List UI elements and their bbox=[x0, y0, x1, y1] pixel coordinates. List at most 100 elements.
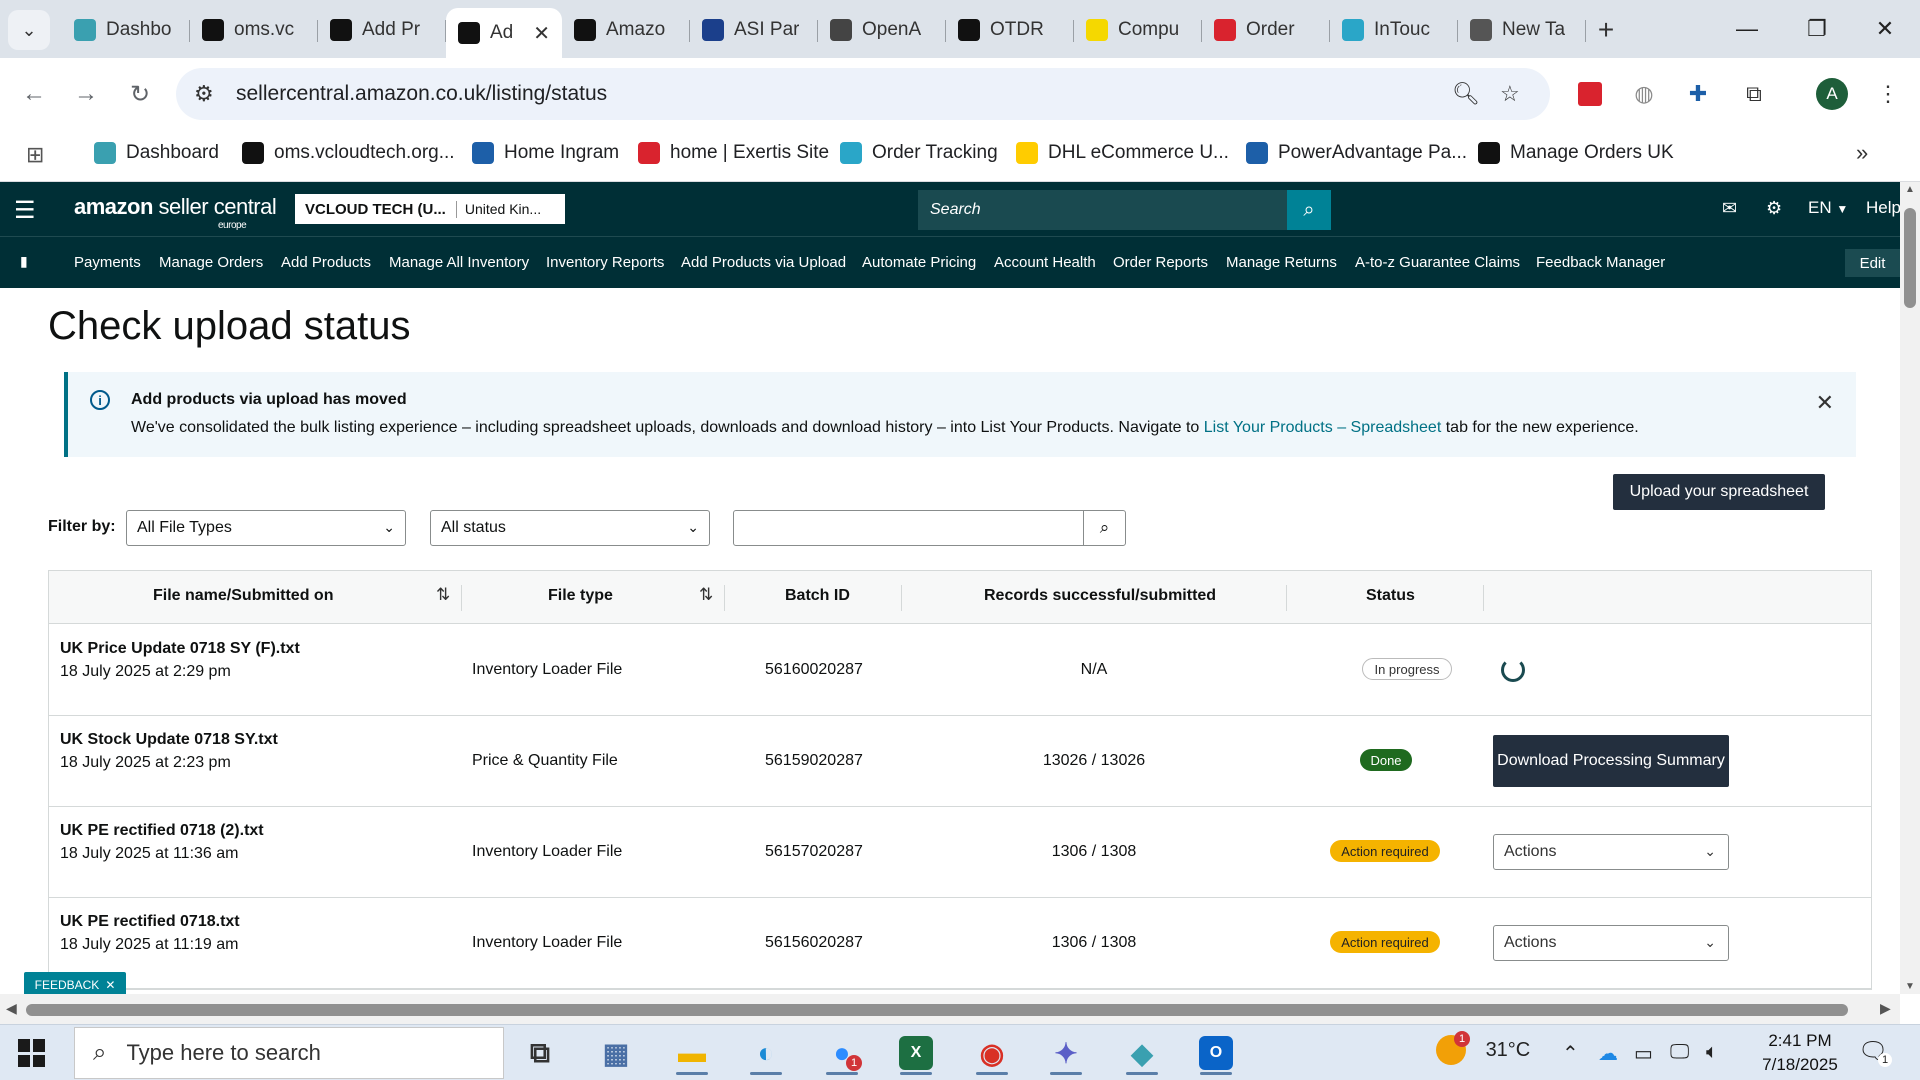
scroll-left-icon[interactable]: ◀ bbox=[6, 1000, 17, 1017]
address-bar[interactable]: ⚙ sellercentral.amazon.co.uk/listing/sta… bbox=[176, 68, 1550, 120]
nav-item[interactable]: Add Products bbox=[281, 254, 371, 271]
weather-widget[interactable]: 1 31°C bbox=[1436, 1031, 1530, 1065]
browser-tab[interactable]: OpenA bbox=[818, 8, 946, 52]
edit-nav-button[interactable]: Edit bbox=[1845, 249, 1900, 277]
file-type-filter[interactable]: All File Types ⌄ bbox=[126, 510, 406, 546]
seller-search-button[interactable]: ⌕ bbox=[1287, 190, 1331, 230]
file-explorer-taskbar-button[interactable]: ▬ bbox=[668, 1031, 716, 1075]
excel-taskbar-button[interactable]: X bbox=[892, 1031, 940, 1075]
horizontal-scrollbar[interactable]: ◀ ▶ bbox=[0, 994, 1900, 1024]
sort-icon[interactable]: ⇅ bbox=[436, 585, 450, 605]
nav-item[interactable]: Inventory Reports bbox=[546, 254, 664, 271]
profile-avatar[interactable]: A bbox=[1814, 76, 1850, 112]
horizontal-scroll-thumb[interactable] bbox=[26, 1004, 1848, 1016]
edge-taskbar-button[interactable]: ◐ bbox=[742, 1031, 790, 1075]
clock[interactable]: 2:41 PM 7/18/2025 bbox=[1740, 1029, 1860, 1077]
messages-button[interactable]: ✉ bbox=[1722, 198, 1737, 219]
bookmark-star-icon[interactable]: ☆ bbox=[1500, 81, 1520, 107]
outlook-taskbar-button[interactable]: O bbox=[1192, 1031, 1240, 1075]
browser-menu-button[interactable]: ⋮ bbox=[1870, 76, 1906, 112]
bookmark-item[interactable]: oms.vcloudtech.org... bbox=[242, 142, 455, 164]
bookmark-item[interactable]: home | Exertis Site bbox=[638, 142, 829, 164]
nav-item[interactable]: Payments bbox=[74, 254, 141, 271]
scroll-right-icon[interactable]: ▶ bbox=[1880, 1000, 1891, 1017]
zoom-icon[interactable]: 🔍︎ bbox=[1452, 81, 1480, 107]
show-hidden-icons-button[interactable]: ⌃ bbox=[1562, 1041, 1579, 1066]
vpn-extension-icon[interactable]: ✚ bbox=[1680, 76, 1716, 112]
nav-item[interactable]: Feedback Manager bbox=[1536, 254, 1665, 271]
browser-tab[interactable]: oms.vc bbox=[190, 8, 318, 52]
browser-tab[interactable]: New Ta bbox=[1458, 8, 1586, 52]
pdf-extension-icon[interactable] bbox=[1572, 76, 1608, 112]
nav-item[interactable]: Automate Pricing bbox=[862, 254, 976, 271]
onedrive-icon[interactable]: ☁ bbox=[1598, 1041, 1618, 1066]
seller-central-logo[interactable]: amazon seller central europe bbox=[74, 194, 277, 231]
menu-button[interactable]: ☰ bbox=[14, 196, 36, 225]
alert-close-button[interactable]: ✕ bbox=[1816, 390, 1834, 416]
bookmark-item[interactable]: Dashboard bbox=[94, 142, 219, 164]
minimize-button[interactable]: — bbox=[1712, 0, 1782, 58]
bookmark-item[interactable]: PowerAdvantage Pa... bbox=[1246, 142, 1467, 164]
app-taskbar-button[interactable]: ◆ bbox=[1118, 1031, 1166, 1075]
browser-tab[interactable]: ASI Par bbox=[690, 8, 818, 52]
account-switcher[interactable]: VCLOUD TECH (U... United Kin... bbox=[295, 194, 565, 224]
nav-item[interactable]: Add Products via Upload bbox=[681, 254, 846, 271]
nav-item[interactable]: Account Health bbox=[994, 254, 1096, 271]
taskbar-search[interactable]: ⌕ Type here to search bbox=[74, 1027, 504, 1079]
scroll-up-icon[interactable]: ▲ bbox=[1905, 184, 1915, 195]
apps-grid-button[interactable]: ⊞ bbox=[26, 142, 44, 168]
network-icon[interactable]: 🖵︎ bbox=[1670, 1041, 1689, 1064]
browser-tab[interactable]: Order bbox=[1202, 8, 1330, 52]
browser-tab[interactable]: Ad ✕ bbox=[446, 8, 562, 58]
browser-tab[interactable]: Dashbo bbox=[62, 8, 190, 52]
volume-icon[interactable]: 🔈︎ bbox=[1706, 1041, 1718, 1064]
reload-button[interactable]: ↻ bbox=[120, 74, 160, 114]
file-search-button[interactable]: ⌕ bbox=[1083, 511, 1125, 545]
browser-tab[interactable]: InTouc bbox=[1330, 8, 1458, 52]
vertical-scrollbar[interactable]: ▲ ▼ bbox=[1900, 182, 1920, 994]
sort-icon[interactable]: ⇅ bbox=[699, 585, 713, 605]
battery-icon[interactable]: ▭ bbox=[1634, 1041, 1653, 1066]
bookmark-icon[interactable]: ▮ bbox=[20, 253, 28, 270]
bookmark-item[interactable]: DHL eCommerce U... bbox=[1016, 142, 1229, 164]
status-filter[interactable]: All status ⌄ bbox=[430, 510, 710, 546]
browser-tab[interactable]: Compu bbox=[1074, 8, 1202, 52]
vertical-scroll-thumb[interactable] bbox=[1904, 208, 1916, 308]
language-selector[interactable]: EN ▼ bbox=[1808, 198, 1848, 218]
seller-search-input[interactable]: Search bbox=[918, 201, 1287, 219]
browser-tab[interactable]: Add Pr bbox=[318, 8, 446, 52]
file-search-input[interactable]: ⌕ bbox=[733, 510, 1126, 546]
scroll-down-icon[interactable]: ▼ bbox=[1905, 981, 1915, 992]
zoom-taskbar-button[interactable]: ● 1 bbox=[818, 1031, 866, 1075]
new-tab-button[interactable]: + bbox=[1586, 8, 1626, 52]
bookmark-item[interactable]: Home Ingram bbox=[472, 142, 619, 164]
tab-search-button[interactable]: ⌄ bbox=[8, 10, 50, 50]
actions-dropdown[interactable]: Actions ⌄ bbox=[1493, 925, 1729, 961]
actions-dropdown[interactable]: Actions ⌄ bbox=[1493, 834, 1729, 870]
close-icon[interactable]: ✕ bbox=[105, 978, 115, 992]
browser-tab[interactable]: Amazo bbox=[562, 8, 690, 52]
nav-item[interactable]: A-to-z Guarantee Claims bbox=[1355, 254, 1520, 271]
task-view-taskbar-button[interactable]: ⧉ bbox=[516, 1031, 564, 1075]
nav-item[interactable]: Manage Orders bbox=[159, 254, 263, 271]
nav-item[interactable]: Manage Returns bbox=[1226, 254, 1337, 271]
back-button[interactable]: ← bbox=[14, 74, 54, 114]
extensions-icon[interactable]: ⧉ bbox=[1736, 76, 1772, 112]
bookmark-item[interactable]: Order Tracking bbox=[840, 142, 998, 164]
browser-tab[interactable]: OTDR bbox=[946, 8, 1074, 52]
close-tab-icon[interactable]: ✕ bbox=[533, 21, 550, 46]
site-info-icon[interactable]: ⚙ bbox=[194, 81, 214, 107]
list-your-products-link[interactable]: List Your Products – Spreadsheet bbox=[1204, 419, 1442, 436]
start-button[interactable] bbox=[18, 1039, 46, 1067]
seller-search[interactable]: Search ⌕ bbox=[918, 190, 1331, 230]
settings-button[interactable]: ⚙ bbox=[1766, 198, 1782, 219]
bookmark-item[interactable]: Manage Orders UK bbox=[1478, 142, 1674, 164]
upload-spreadsheet-button[interactable]: Upload your spreadsheet bbox=[1613, 474, 1825, 510]
download-summary-button[interactable]: Download Processing Summary bbox=[1493, 735, 1729, 787]
nav-item[interactable]: Manage All Inventory bbox=[389, 254, 529, 271]
chrome-taskbar-button[interactable]: ◉ bbox=[968, 1031, 1016, 1075]
close-window-button[interactable]: ✕ bbox=[1850, 0, 1920, 58]
nav-item[interactable]: Order Reports bbox=[1113, 254, 1208, 271]
more-bookmarks-button[interactable]: » bbox=[1856, 140, 1868, 166]
help-link[interactable]: Help bbox=[1866, 198, 1901, 218]
